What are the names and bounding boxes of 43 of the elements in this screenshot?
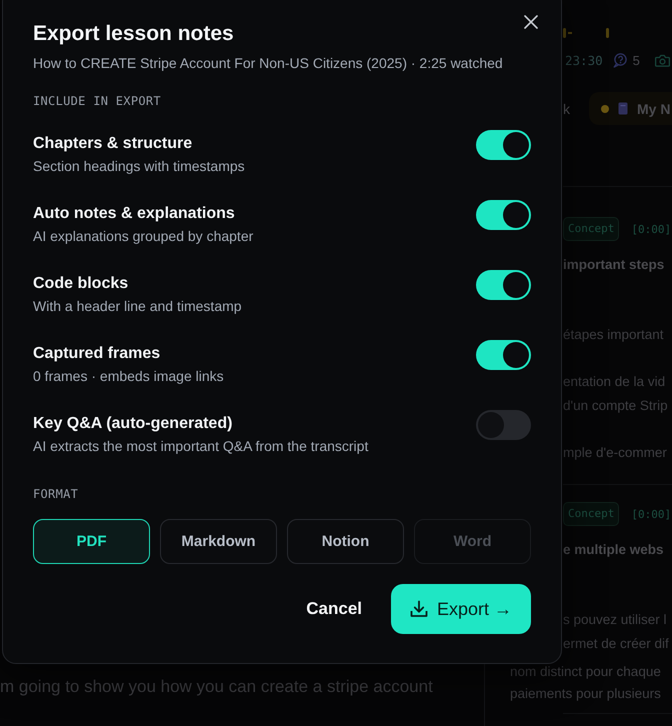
option-description: With a header line and timestamp: [33, 297, 242, 316]
timeline-drawing: [563, 28, 610, 38]
notebook-icon: [618, 102, 628, 115]
export-button[interactable]: Export →: [391, 584, 531, 634]
toggle-switch[interactable]: [476, 410, 531, 440]
question-count: 5: [632, 52, 640, 68]
option-title: Chapters & structure: [33, 134, 194, 154]
section-label: FORMAT: [33, 486, 78, 502]
option-description: AI extracts the most important Q&A from the transcript: [33, 437, 368, 456]
note-heading: e multiple webs: [563, 541, 665, 559]
dialog-title: Export lesson notes: [33, 21, 234, 47]
option-title: Code blocks: [33, 274, 130, 294]
option-description: Section headings with timestamps: [33, 157, 245, 176]
note-text: mple d'e-commer: [563, 444, 668, 462]
option-title: Captured frames: [33, 344, 162, 364]
category-tag: Concept: [563, 502, 620, 526]
option-description: 0 frames · embeds image links: [33, 367, 224, 386]
format-option[interactable]: PDF: [33, 519, 150, 564]
cancel-button[interactable]: Cancel: [304, 599, 364, 619]
toggle-switch[interactable]: [476, 130, 531, 160]
format-option[interactable]: Notion: [287, 519, 404, 564]
note-text: étapes important: [563, 326, 665, 344]
option-description: AI explanations grouped by chapter: [33, 227, 254, 246]
question-bubble-icon: [612, 52, 627, 68]
toggle-switch[interactable]: [476, 200, 531, 230]
close-icon: [524, 15, 538, 29]
section-label: INCLUDE IN EXPORT: [33, 93, 161, 109]
category-tag: Concept: [563, 217, 620, 241]
toggle-switch[interactable]: [476, 340, 531, 370]
note-text: entation de la vid: [563, 373, 666, 391]
note-text: paiements pour plusieurs: [510, 686, 662, 701]
format-option[interactable]: Markdown: [160, 519, 277, 564]
option-title: Auto notes & explanations: [33, 204, 236, 224]
status-dot-icon: [601, 104, 609, 112]
note-text: d'un compte Strip: [563, 397, 669, 415]
download-icon: [410, 600, 428, 618]
video-time: 23:30: [565, 52, 603, 68]
video-subtitle: How to CREATE Stripe Account For Non-US Citizens (2025) · 2:25 watched: [33, 54, 503, 73]
option-title: Key Q&A (auto-generated): [33, 414, 234, 434]
toggle-switch[interactable]: [476, 270, 531, 300]
note-heading: important steps: [563, 256, 666, 274]
close-button[interactable]: [524, 15, 538, 29]
note-text: ermet de créer dif: [563, 635, 670, 653]
